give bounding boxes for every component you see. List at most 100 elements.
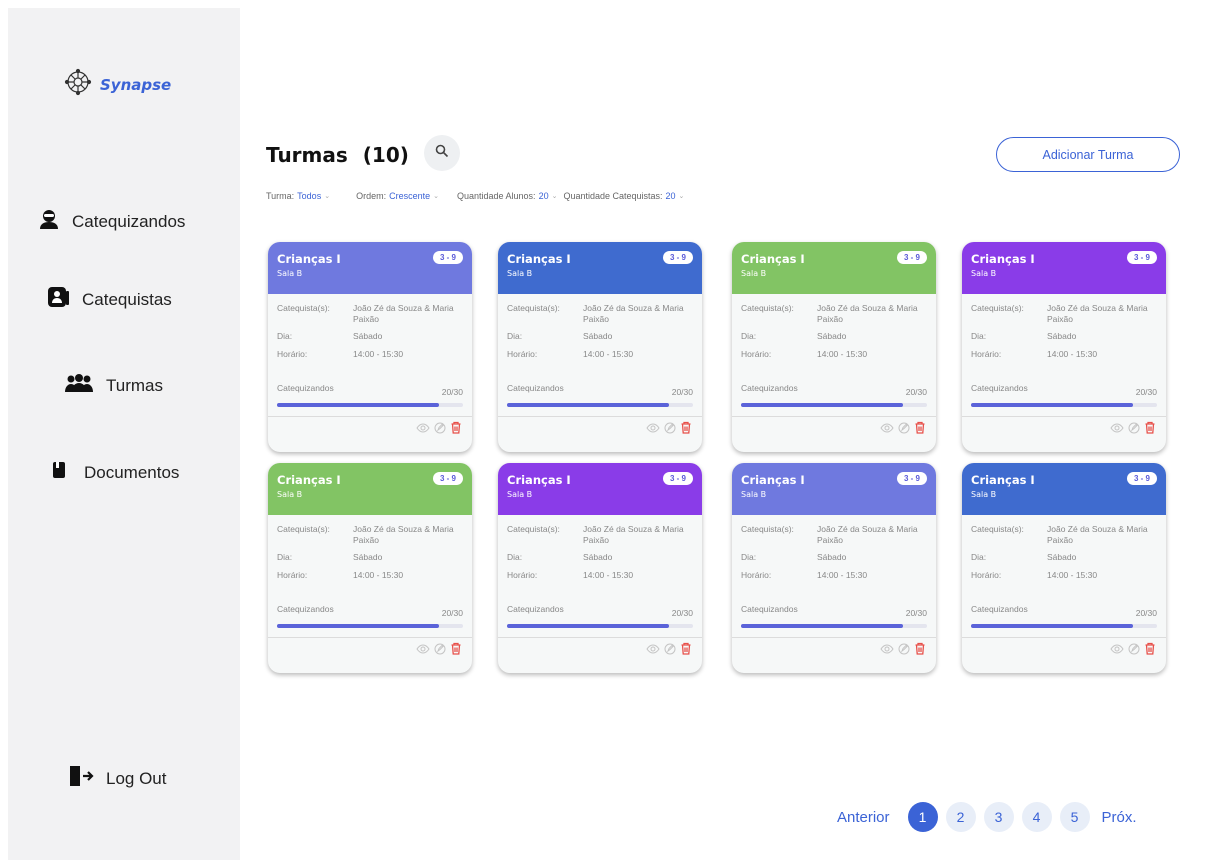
edit-icon[interactable] [898, 643, 910, 655]
chevron-down-icon: ⌄ [678, 193, 685, 200]
age-range-badge: 3 - 9 [432, 472, 463, 485]
edit-icon[interactable] [898, 422, 910, 434]
logout-button[interactable]: Log Out [68, 764, 167, 793]
search-icon [435, 144, 449, 163]
enrollment-count: 20/30 [905, 387, 927, 397]
previous-page-link[interactable]: Anterior [837, 809, 890, 826]
filter-label: Ordem: [356, 191, 387, 201]
edit-icon[interactable] [664, 422, 676, 434]
view-icon[interactable] [880, 422, 894, 433]
sidebar-item-catequizandos[interactable]: Catequizandos [38, 208, 185, 235]
time-value: 14:00 - 15:30 [817, 569, 868, 580]
class-card[interactable]: Crianças I Sala B3 - 9 Catequista(s): João … [498, 463, 702, 673]
view-icon[interactable] [646, 643, 660, 654]
day-value: Sábado [583, 331, 613, 342]
day-label: Dia: [277, 331, 293, 342]
enrollment-progress-fill [971, 403, 1133, 407]
filter-value: Todos [297, 191, 322, 201]
view-icon[interactable] [1110, 422, 1124, 433]
class-card[interactable]: Crianças I Sala B3 - 9 Catequista(s): João … [962, 242, 1166, 452]
delete-icon[interactable] [1144, 421, 1156, 434]
enrollment-progress-fill [277, 624, 439, 628]
sidebar-item-turmas[interactable]: Turmas [64, 373, 163, 398]
page-4-button[interactable]: 4 [1021, 802, 1052, 832]
enrollment-label: Catequizandos [277, 383, 334, 393]
day-label: Dia: [971, 552, 987, 563]
edit-icon[interactable] [1128, 422, 1140, 434]
edit-icon[interactable] [434, 422, 446, 434]
next-page-link[interactable]: Próx. [1102, 809, 1137, 826]
view-icon[interactable] [880, 643, 894, 654]
search-button[interactable] [424, 135, 460, 171]
card-body: Catequista(s): João Zé da Souza & Maria P… [268, 515, 472, 638]
card-body: Catequista(s): João Zé da Souza & Maria P… [962, 294, 1166, 417]
view-icon[interactable] [416, 643, 430, 654]
view-icon[interactable] [646, 422, 660, 433]
delete-icon[interactable] [450, 642, 462, 655]
delete-icon[interactable] [680, 421, 692, 434]
card-header: Crianças I Sala B3 - 9 [732, 463, 936, 515]
delete-icon[interactable] [680, 642, 692, 655]
card-actions [880, 642, 926, 655]
card-body: Catequista(s): João Zé da Souza & Maria P… [498, 515, 702, 638]
page-1-button[interactable]: 1 [907, 802, 938, 832]
teachers-value: João Zé da Souza & Maria Paixão [1047, 303, 1148, 324]
enrollment: Catequizandos 20/30 [277, 383, 463, 407]
filter-turma[interactable]: Turma: Todos ⌄ [266, 191, 330, 201]
day-label: Dia: [507, 552, 523, 563]
card-room: Sala B [507, 490, 533, 499]
sidebar-item-catequistas[interactable]: Catequistas [46, 285, 172, 314]
card-header: Crianças I Sala B3 - 9 [498, 463, 702, 515]
class-card[interactable]: Crianças I Sala B3 - 9 Catequista(s): João … [498, 242, 702, 452]
class-card[interactable]: Crianças I Sala B3 - 9 Catequista(s): João … [268, 242, 472, 452]
sidebar-item-documentos[interactable]: Documentos [52, 461, 179, 484]
add-class-button[interactable]: Adicionar Turma [996, 137, 1180, 172]
delete-icon[interactable] [450, 421, 462, 434]
sidebar-item-label: Catequizandos [72, 211, 186, 231]
class-card[interactable]: Crianças I Sala B3 - 9 Catequista(s): João … [732, 463, 936, 673]
enrollment-label: Catequizandos [507, 383, 564, 393]
teachers-value: João Zé da Souza & Maria Paixão [1047, 524, 1148, 545]
logout-icon [68, 764, 94, 793]
edit-icon[interactable] [1128, 643, 1140, 655]
card-header: Crianças I Sala B3 - 9 [268, 463, 472, 515]
teacher-icon [46, 285, 70, 314]
filter-ordem[interactable]: Ordem: Crescente ⌄ [356, 191, 439, 201]
delete-icon[interactable] [1144, 642, 1156, 655]
enrollment-progress-fill [277, 403, 439, 407]
class-card[interactable]: Crianças I Sala B3 - 9 Catequista(s): João … [732, 242, 936, 452]
delete-icon[interactable] [914, 421, 926, 434]
day-value: Sábado [817, 331, 847, 342]
class-card[interactable]: Crianças I Sala B3 - 9 Catequista(s): João … [268, 463, 472, 673]
filter-bar: Turma: Todos ⌄ Ordem: Crescente ⌄ Quanti… [266, 191, 684, 201]
teachers-label: Catequista(s): [507, 524, 560, 534]
enrollment-progress-fill [741, 624, 903, 628]
enrollment-progress-fill [507, 624, 669, 628]
card-header: Crianças I Sala B3 - 9 [498, 242, 702, 294]
filter-quantidade-alunos[interactable]: Quantidade Alunos: 20 ⌄ [457, 191, 557, 201]
view-icon[interactable] [1110, 643, 1124, 654]
enrollment-count: 20/30 [671, 608, 693, 618]
enrollment-progress-fill [507, 403, 669, 407]
page-3-button[interactable]: 3 [983, 802, 1014, 832]
sidebar-item-label: Documentos [84, 462, 180, 482]
enrollment: Catequizandos 20/30 [507, 604, 693, 628]
edit-icon[interactable] [434, 643, 446, 655]
enrollment-count: 20/30 [1135, 608, 1157, 618]
teachers-label: Catequista(s): [741, 524, 794, 534]
page-5-button[interactable]: 5 [1059, 802, 1090, 832]
teachers-value: João Zé da Souza & Maria Paixão [817, 303, 918, 324]
card-actions [1110, 421, 1156, 434]
card-room: Sala B [277, 490, 303, 499]
student-icon [38, 208, 60, 235]
day-value: Sábado [353, 331, 383, 342]
class-card[interactable]: Crianças I Sala B3 - 9 Catequista(s): João … [962, 463, 1166, 673]
filter-quantidade-catequistas[interactable]: Quantidade Catequistas: 20 ⌄ [563, 191, 684, 201]
view-icon[interactable] [416, 422, 430, 433]
page-2-button[interactable]: 2 [945, 802, 976, 832]
card-body: Catequista(s): João Zé da Souza & Maria P… [732, 294, 936, 417]
delete-icon[interactable] [914, 642, 926, 655]
teachers-label: Catequista(s): [741, 303, 794, 313]
app-logo[interactable]: Synapse [62, 66, 171, 103]
edit-icon[interactable] [664, 643, 676, 655]
